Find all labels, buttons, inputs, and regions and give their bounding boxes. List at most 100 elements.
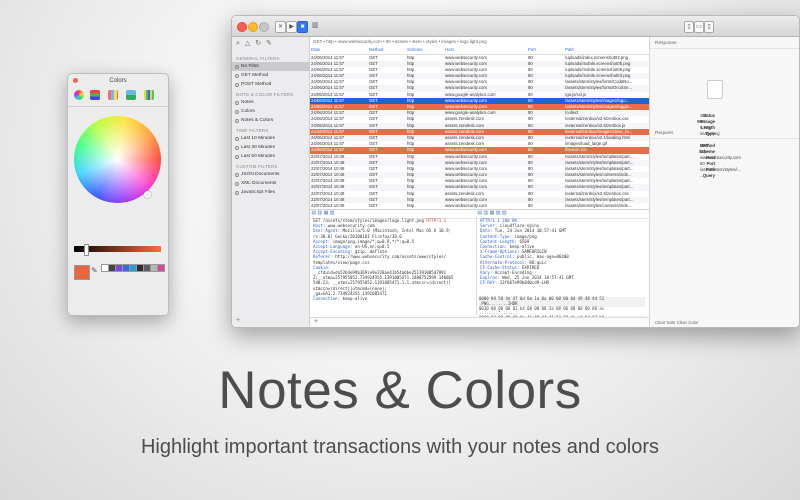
close-window-button[interactable] [237, 22, 247, 32]
clear-note-color-buttons[interactable]: Clear Note Clear Color [655, 320, 698, 325]
field-label: Query [702, 173, 715, 178]
text-line: CF-RAY: 13f867e99b840cd9-LHR [480, 280, 645, 285]
column-header[interactable]: Path [565, 47, 649, 53]
text-segment: Connection: [313, 296, 343, 302]
sidebar-item[interactable]: No Filter [232, 62, 309, 71]
sidebar-item[interactable]: Colors [232, 107, 309, 116]
toggle-sidebar-button[interactable]: ▯ [684, 21, 694, 33]
sidebar-group-title: NOTE & COLOR FILTERS [236, 92, 294, 97]
sidebar-item-label: Colors [241, 109, 255, 114]
sidebar-item-label: XML Documents [241, 181, 277, 186]
clear-icon[interactable]: ✕ [275, 21, 286, 33]
toggle-inspector-button[interactable]: ▯ [704, 21, 714, 33]
inspector-panel: Response Status 200 Message OK Length 6,569 Ty… [649, 37, 799, 327]
brightness-slider-knob[interactable] [84, 244, 89, 256]
eyedropper-icon[interactable]: ✎ [91, 266, 98, 275]
sidebar-item[interactable]: Notes & Colors [232, 116, 309, 125]
filter-icon [235, 190, 239, 195]
color-sliders-tab[interactable] [90, 90, 100, 100]
request-section-title: Request [650, 127, 799, 139]
reload-icon[interactable]: ↻ [255, 40, 261, 47]
column-header[interactable]: Date [311, 47, 369, 53]
colors-panel-title: Colors [109, 78, 127, 84]
search-icon[interactable]: ⌕ [236, 40, 240, 47]
columns-icon[interactable]: ▥ [312, 21, 319, 29]
sidebar-item[interactable]: XML Documents [232, 179, 309, 188]
sidebar-group-title: GENERAL FILTERS [236, 56, 280, 61]
column-header[interactable]: Scheme [407, 47, 441, 53]
sidebar-item-label: No Filter [241, 64, 260, 69]
add-button[interactable]: + [314, 318, 318, 325]
edit-icon[interactable]: ✎ [266, 40, 272, 47]
table-cell: 22/07/2014 10:48 [311, 203, 345, 208]
sidebar: ⌕ △ ↻ ✎ GENERAL FILTERS No Filter GET Meth… [232, 37, 310, 327]
text-segment: HTTP/1.1 [426, 218, 447, 223]
color-swatch[interactable] [157, 264, 165, 272]
sidebar-item[interactable]: Last 10 Minutes [232, 134, 309, 143]
add-filter-button[interactable]: + [236, 317, 240, 324]
table-cell: 80 [528, 203, 533, 208]
text-line: Connection: keep-alive [313, 296, 472, 301]
sidebar-item[interactable]: GET Method [232, 71, 309, 80]
filter-icon [235, 172, 239, 177]
file-icon [707, 80, 723, 99]
hex-dump[interactable]: 0000 89 50 4e 47 0d 0a 1a 0a 00 00 00 0d… [479, 296, 645, 327]
request-fields: Method GET Scheme http Host www.websecurity.c… [650, 143, 799, 179]
table-cell: /assets/stem/styles/contents/inde... [565, 203, 632, 208]
color-wheel-tab[interactable] [74, 90, 84, 100]
filter-icon [235, 64, 239, 69]
filter-icon [235, 73, 239, 78]
filter-icon [235, 82, 239, 87]
sidebar-item-label: JavaScript Files [241, 190, 275, 195]
column-header[interactable]: Method [369, 47, 407, 53]
filter-icon [235, 109, 239, 114]
color-wheel-selector[interactable] [144, 191, 151, 198]
sidebar-item[interactable]: POST Method [232, 80, 309, 89]
sidebar-filter-groups: GENERAL FILTERS No Filter GET Method POST M… [232, 53, 309, 197]
color-wheel[interactable] [74, 116, 161, 203]
colors-panel: Colors ✎ [67, 73, 169, 316]
sidebar-item[interactable]: JavaScript Files [232, 188, 309, 197]
inspector-field: Query... [650, 173, 799, 179]
text-segment: CF-RAY: [480, 280, 500, 286]
text-segment: keep-alive [342, 296, 368, 302]
sidebar-item[interactable]: JSON Documents [232, 170, 309, 179]
toggle-detail-button[interactable]: ▭ [694, 21, 704, 33]
filter-icon[interactable]: △ [245, 40, 250, 47]
subheadline: Highlight important transactions with yo… [140, 436, 660, 458]
column-header[interactable]: Host [445, 47, 530, 53]
column-header[interactable]: Port [528, 47, 563, 53]
filter-icon [235, 136, 239, 141]
sidebar-item[interactable]: Last 60 Minutes [232, 152, 309, 161]
sidebar-item-label: Notes & Colors [241, 118, 274, 123]
sidebar-toolbar: ⌕ △ ↻ ✎ [232, 37, 309, 53]
table-header: Date Method Scheme Host Port Path [310, 47, 649, 55]
color-mode-tabs [68, 88, 168, 107]
filter-icon [235, 100, 239, 105]
table-row[interactable]: 22/07/2014 10:48 GET http www.websecurity.c… [310, 203, 649, 208]
zoom-window-button[interactable] [259, 22, 269, 32]
sidebar-item[interactable]: Last 30 Minutes [232, 143, 309, 152]
current-color-swatch[interactable] [74, 265, 90, 280]
minimize-window-button[interactable] [248, 22, 258, 32]
crayons-tab[interactable] [144, 90, 154, 100]
sidebar-item-label: Last 30 Minutes [241, 145, 275, 150]
filter-icon [235, 118, 239, 123]
close-button[interactable] [73, 78, 78, 83]
table-cell: http [407, 203, 415, 208]
colors-panel-titlebar: Colors [68, 74, 168, 88]
window-titlebar: ✕ ▶ ■ ▥ ▯ ▭ ▯ [232, 16, 799, 37]
filter-icon [235, 145, 239, 150]
table-cell: www.websecurity.com [445, 203, 487, 208]
color-palettes-tab[interactable] [108, 90, 118, 100]
sidebar-item-label: JSON Documents [241, 172, 280, 177]
play-icon[interactable]: ▶ [286, 21, 297, 33]
response-section-title: Response [650, 37, 799, 49]
request-pane[interactable]: GET /assets/stem/styles/images/logo.ligh… [310, 217, 475, 317]
stop-record-button[interactable]: ■ [297, 21, 308, 33]
headline: Notes & Colors [218, 361, 582, 420]
field-value: ... [700, 173, 704, 178]
image-palettes-tab[interactable] [126, 90, 136, 100]
sidebar-item-label: Notes [241, 100, 254, 105]
sidebar-item[interactable]: Notes [232, 98, 309, 107]
